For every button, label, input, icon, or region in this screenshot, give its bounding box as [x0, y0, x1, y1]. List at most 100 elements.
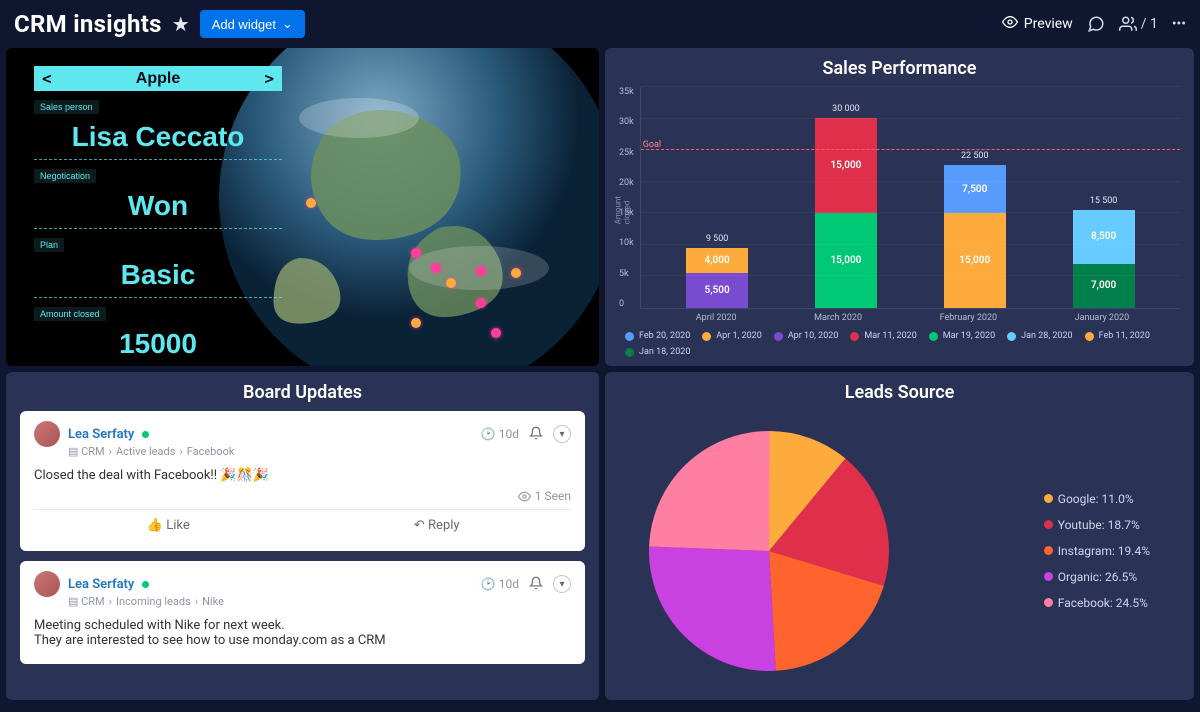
bar-total-label: 30 000: [832, 104, 860, 114]
info-field-label: Negotication: [34, 169, 96, 183]
update-age: 🕑 10d: [481, 577, 519, 591]
y-axis-label: Amount closed: [613, 190, 631, 225]
update-author[interactable]: Lea Serfaty: [68, 427, 134, 442]
chat-icon[interactable]: [1087, 15, 1105, 33]
online-status-icon: [142, 581, 149, 588]
leads-source-widget: Leads Source Google: 11.0% Youtube: 18.7%…: [605, 372, 1194, 700]
map-pin-icon: [446, 278, 456, 288]
bar-total-label: 9 500: [706, 234, 728, 244]
add-widget-button[interactable]: Add widget ⌄: [200, 10, 305, 38]
pie-slice: [649, 546, 776, 671]
page-title: CRM insights: [14, 10, 162, 38]
next-record-button[interactable]: >: [264, 69, 274, 88]
legend-item: Jan 18, 2020: [625, 347, 690, 357]
legend-item: Apr 1, 2020: [702, 331, 762, 341]
y-tick: 35k: [619, 87, 634, 97]
update-author[interactable]: Lea Serfaty: [68, 577, 134, 592]
avatar[interactable]: [34, 571, 60, 597]
update-body: Meeting scheduled with Nike for next wee…: [34, 618, 571, 648]
pie-slice: [649, 431, 770, 551]
update-breadcrumb[interactable]: ▤ CRM›Incoming leads›Nike: [68, 595, 571, 608]
more-menu-icon[interactable]: •••: [1172, 16, 1186, 32]
legend-item: Google: 11.0%: [1044, 492, 1150, 506]
leads-pie-chart: [639, 421, 899, 681]
legend-item: Jan 28, 2020: [1007, 331, 1072, 341]
board-updates-widget: Board Updates Lea Serfaty 🕑 10d ▾ ▤ CRM›Act…: [6, 372, 599, 700]
sales-chart-title: Sales Performance: [619, 58, 1180, 79]
bar-segment: 4,000: [686, 248, 748, 273]
eye-icon: [1002, 14, 1018, 34]
add-widget-label: Add widget: [212, 17, 276, 32]
legend-item: Apr 10, 2020: [774, 331, 839, 341]
info-field-value: 15000: [34, 322, 282, 366]
record-info-panel: < Apple > Sales personLisa Ceccato Negoti…: [34, 66, 282, 366]
legend-item: Organic: 26.5%: [1044, 570, 1150, 584]
legend-item: Facebook: 24.5%: [1044, 596, 1150, 610]
info-field-label: Plan: [34, 238, 64, 252]
bar-segment: 7,000: [1073, 264, 1135, 308]
legend-item: Feb 20, 2020: [625, 331, 690, 341]
bar-total-label: 22 500: [961, 151, 989, 161]
bar-column: 7,0008,50015 500: [1073, 210, 1135, 308]
y-tick: 25k: [619, 148, 634, 158]
bar-segment: 5,500: [686, 273, 748, 308]
y-tick: 0: [619, 299, 634, 309]
globe-widget: < Apple > Sales personLisa Ceccato Negoti…: [6, 48, 599, 366]
people-count-label: / 1: [1141, 16, 1158, 32]
legend-item: Mar 19, 2020: [929, 331, 995, 341]
map-pin-icon: [431, 263, 441, 273]
map-pin-icon: [411, 318, 421, 328]
record-name: Apple: [136, 70, 180, 88]
header-right-actions: Preview / 1 •••: [1002, 14, 1186, 34]
map-pin-icon: [511, 268, 521, 278]
preview-button[interactable]: Preview: [1002, 14, 1073, 34]
info-field-label: Sales person: [34, 100, 99, 114]
bar-segment: 15,000: [944, 213, 1006, 308]
legend-item: Feb 11, 2020: [1085, 331, 1150, 341]
update-menu-button[interactable]: ▾: [553, 425, 571, 443]
legend-item: Youtube: 18.7%: [1044, 518, 1150, 532]
preview-label: Preview: [1024, 16, 1073, 32]
online-status-icon: [142, 431, 149, 438]
y-tick: 20k: [619, 178, 634, 188]
leads-title: Leads Source: [619, 382, 1180, 403]
y-tick: 5k: [619, 269, 634, 279]
map-pin-icon: [476, 266, 486, 276]
bar-segment: 8,500: [1073, 210, 1135, 264]
reply-button[interactable]: ↶ Reply: [303, 510, 572, 541]
map-pin-icon: [491, 328, 501, 338]
chevron-down-icon: ⌄: [282, 16, 293, 32]
y-tick: 10k: [619, 238, 634, 248]
people-count[interactable]: / 1: [1119, 15, 1158, 33]
prev-record-button[interactable]: <: [42, 69, 52, 88]
x-tick: January 2020: [1075, 313, 1130, 323]
legend-item: Instagram: 19.4%: [1044, 544, 1150, 558]
update-body: Closed the deal with Facebook!! 🎉🎊🎉: [34, 468, 571, 483]
avatar[interactable]: [34, 421, 60, 447]
bell-icon[interactable]: [529, 576, 543, 593]
update-menu-button[interactable]: ▾: [553, 575, 571, 593]
favorite-star-icon[interactable]: ★: [172, 12, 190, 36]
bell-icon[interactable]: [529, 426, 543, 443]
bar-column: 15,0007,50022 500: [944, 165, 1006, 308]
update-breadcrumb[interactable]: ▤ CRM›Active leads›Facebook: [68, 445, 571, 458]
y-tick: 30k: [619, 117, 634, 127]
x-tick: February 2020: [940, 313, 997, 323]
map-pin-icon: [476, 298, 486, 308]
map-pin-icon: [306, 198, 316, 208]
update-card: Lea Serfaty 🕑 10d ▾ ▤ CRM›Incoming leads›Ni…: [20, 561, 585, 664]
x-tick: April 2020: [696, 313, 737, 323]
seen-count: 1 Seen: [34, 489, 571, 503]
goal-label: Goal: [643, 140, 661, 150]
map-pin-icon: [411, 248, 421, 258]
update-age: 🕑 10d: [481, 427, 519, 441]
bar-total-label: 15 500: [1090, 196, 1118, 206]
info-field-value: Basic: [34, 253, 282, 297]
info-field-label: Amount closed: [34, 307, 106, 321]
like-button[interactable]: 👍 Like: [34, 510, 303, 541]
header-bar: CRM insights ★ Add widget ⌄ Preview / 1 …: [0, 0, 1200, 48]
x-tick: March 2020: [814, 313, 862, 323]
legend-item: Mar 11, 2020: [850, 331, 916, 341]
info-field-value: Lisa Ceccato: [34, 115, 282, 159]
updates-title: Board Updates: [20, 382, 585, 403]
